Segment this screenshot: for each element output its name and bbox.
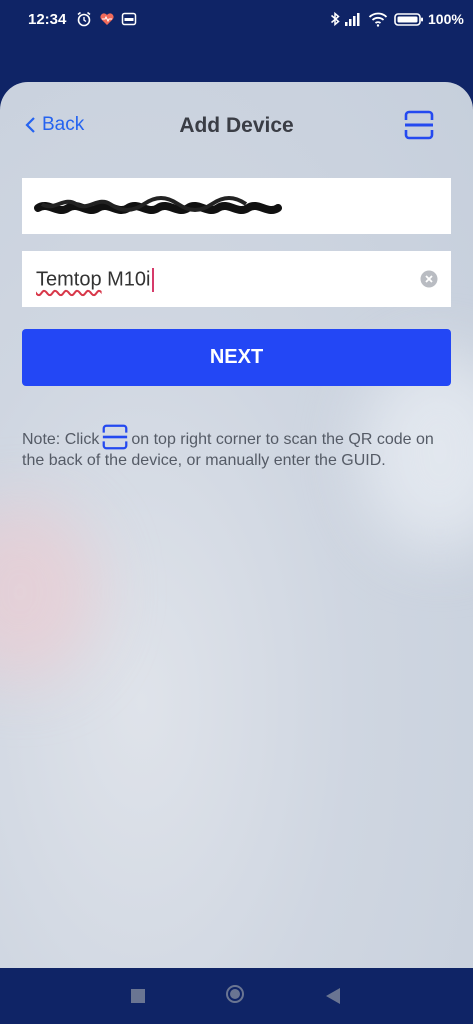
battery-percentage: 100% — [428, 11, 464, 27]
redacted-guid — [34, 196, 282, 214]
device-name-input[interactable]: Temtop M10i — [22, 251, 451, 307]
next-button[interactable]: NEXT — [22, 329, 451, 386]
signal-icon — [345, 13, 360, 26]
scan-qr-icon[interactable] — [404, 110, 434, 140]
background-glow — [0, 502, 100, 682]
wifi-icon — [368, 12, 388, 27]
text-cursor — [151, 268, 154, 292]
note-prefix: Note: Click — [22, 431, 100, 448]
note-text: Note: Click on top right corner to scan … — [22, 424, 458, 471]
alarm-icon — [77, 11, 91, 27]
device-name-value: Temtop M10i — [36, 268, 154, 292]
battery-icon — [394, 13, 423, 26]
system-nav-bar — [0, 968, 473, 1024]
status-time: 12:34 — [28, 11, 67, 28]
content-card: Back Add Device Temtop M10i NEXT Note: C… — [0, 82, 473, 968]
bluetooth-icon — [331, 11, 340, 27]
app-header: Back Add Device — [0, 82, 473, 172]
guid-input[interactable] — [22, 178, 451, 234]
device-name-rest: M10i — [101, 268, 151, 291]
home-button[interactable] — [226, 985, 244, 1003]
clear-icon[interactable] — [420, 270, 438, 288]
scan-qr-icon — [102, 424, 128, 450]
recents-button[interactable] — [131, 989, 145, 1003]
page-title: Add Device — [179, 114, 294, 137]
spellcheck-word: Temtop — [36, 268, 102, 291]
system-back-button[interactable] — [326, 988, 340, 1004]
heart-rate-icon — [100, 13, 114, 25]
status-bar: 12:34 100% — [0, 0, 473, 40]
app-notification-icon — [121, 12, 137, 26]
